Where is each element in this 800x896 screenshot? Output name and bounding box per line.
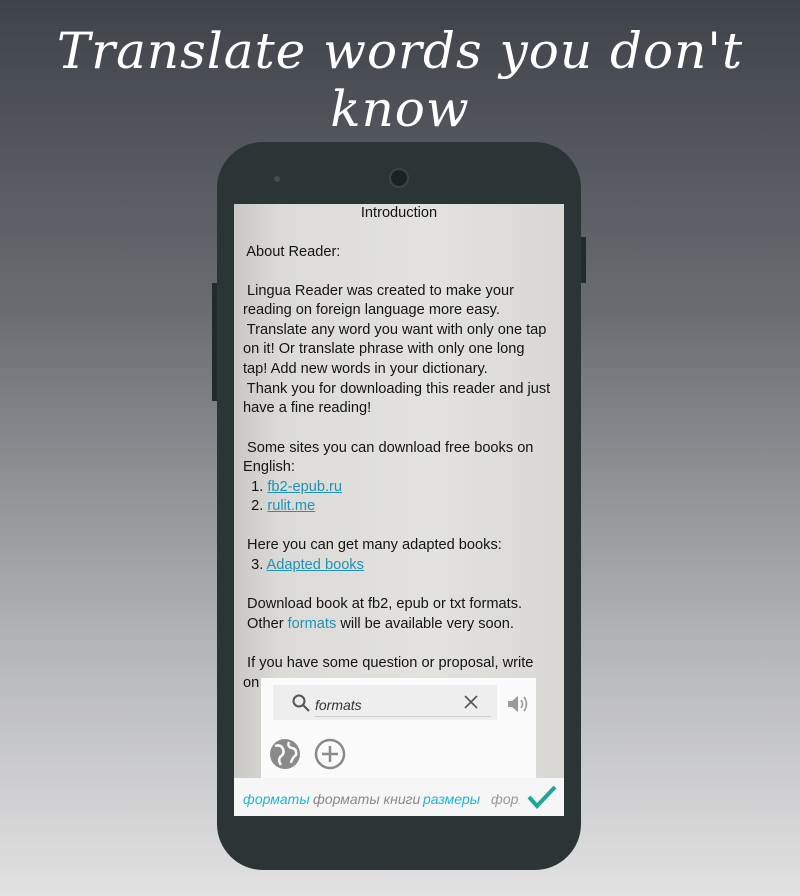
- suggestion-0[interactable]: форматы: [243, 791, 310, 807]
- sensor-dot: [274, 176, 280, 182]
- suggestion-2[interactable]: размеры: [423, 791, 480, 807]
- text-line: 3. Adapted books: [243, 557, 364, 573]
- text-segment: Some sites you can download free books o…: [243, 440, 534, 456]
- text-line: on: [243, 675, 259, 691]
- book-link[interactable]: Adapted books: [267, 557, 364, 573]
- reader-screen[interactable]: Introduction About Reader: Lingua Reader…: [234, 204, 564, 816]
- suggestion-1[interactable]: форматы книги: [313, 791, 420, 807]
- text-line: Translate any word you want with only on…: [243, 322, 547, 338]
- text-segment: Thank you for downloading this reader an…: [243, 381, 551, 397]
- text-line: 1. fb2-epub.ru: [243, 479, 342, 495]
- text-segment: 1.: [243, 479, 268, 495]
- text-line: Here you can get many adapted books:: [243, 537, 502, 553]
- book-link[interactable]: fb2-epub.ru: [267, 479, 342, 495]
- text-segment: 3.: [243, 557, 267, 573]
- clear-icon[interactable]: [464, 695, 478, 709]
- text-segment: Other: [243, 616, 288, 632]
- front-camera: [389, 168, 409, 188]
- text-segment: have a fine reading!: [243, 400, 372, 416]
- text-segment: Translate any word you want with only on…: [243, 322, 547, 338]
- globe-icon[interactable]: [269, 738, 301, 770]
- text-segment: 2.: [243, 498, 268, 514]
- translation-popup: formats: [261, 678, 536, 778]
- suggestion-bar: форматы форматы книги размеры форі: [234, 778, 564, 816]
- text-line: Thank you for downloading this reader an…: [243, 381, 550, 397]
- text-segment: Lingua Reader was created to make your: [243, 283, 514, 299]
- headline: Translate words you don't know: [56, 22, 744, 138]
- search-input[interactable]: formats: [315, 697, 362, 713]
- text-segment: reading on foreign language more easy.: [243, 302, 500, 318]
- text-line: Other formats will be available very soo…: [243, 616, 514, 632]
- suggestion-3[interactable]: форі: [491, 791, 519, 807]
- chapter-title: Introduction: [360, 205, 438, 221]
- text-line: If you have some question or proposal, w…: [243, 655, 533, 671]
- text-line: 2. rulit.me: [243, 498, 315, 514]
- text-segment: Here you can get many adapted books:: [243, 537, 502, 553]
- text-line: tap! Add new words in your dictionary.: [243, 361, 488, 377]
- check-icon[interactable]: [527, 785, 557, 809]
- text-line: Lingua Reader was created to make your: [243, 283, 514, 299]
- selected-word[interactable]: formats: [288, 616, 337, 632]
- text-line: on it! Or translate phrase with only one…: [243, 341, 525, 357]
- text-line: Download book at fb2, epub or txt format…: [243, 596, 522, 612]
- text-segment: will be available very soon.: [336, 616, 514, 632]
- text-segment: on: [243, 675, 260, 691]
- text-segment: on it! Or translate phrase with only one…: [243, 341, 525, 357]
- volume-button: [581, 237, 586, 283]
- text-line: have a fine reading!: [243, 400, 371, 416]
- book-link[interactable]: rulit.me: [267, 498, 315, 514]
- text-segment: tap! Add new words in your dictionary.: [243, 361, 488, 377]
- text-segment: English:: [243, 459, 295, 475]
- text-line: Some sites you can download free books o…: [243, 440, 533, 456]
- search-field[interactable]: formats: [273, 685, 497, 720]
- speaker-icon[interactable]: [507, 694, 529, 714]
- section-heading: About Reader:: [243, 244, 340, 260]
- add-icon[interactable]: [314, 738, 346, 770]
- power-button: [212, 283, 217, 401]
- text-line: English:: [243, 459, 295, 475]
- text-line: reading on foreign language more easy.: [243, 302, 500, 318]
- search-icon: [292, 694, 310, 712]
- text-segment: If you have some question or proposal, w…: [243, 655, 534, 671]
- input-underline: [315, 716, 491, 717]
- text-segment: About Reader:: [243, 244, 341, 260]
- text-segment: Download book at fb2, epub or txt format…: [243, 596, 523, 612]
